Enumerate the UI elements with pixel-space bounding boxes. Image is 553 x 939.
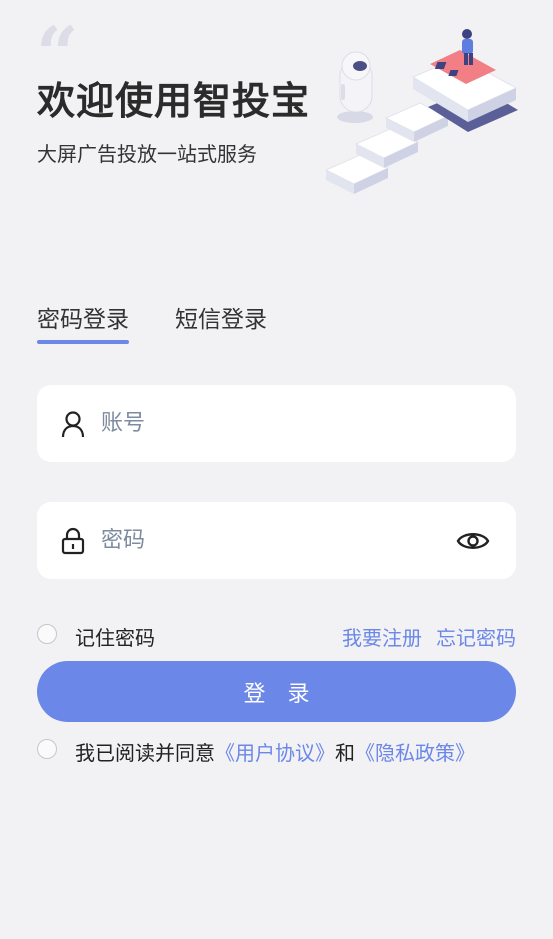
agreement-prefix: 我已阅读并同意: [75, 741, 215, 765]
password-input[interactable]: [99, 527, 456, 554]
lock-icon: [60, 526, 86, 556]
register-link[interactable]: 我要注册: [342, 622, 422, 651]
agreement-and: 和: [335, 741, 355, 765]
page-title: 欢迎使用智投宝: [37, 79, 311, 123]
forgot-password-link[interactable]: 忘记密码: [436, 622, 516, 651]
remember-label: 记住密码: [75, 626, 155, 650]
login-tabs: 密码登录 短信登录: [37, 300, 267, 344]
eye-icon[interactable]: [456, 529, 490, 553]
login-options: 记住密码 我要注册 忘记密码: [37, 620, 516, 650]
agreement-text: 我已阅读并同意《用户协议》和《隐私政策》: [75, 737, 475, 766]
privacy-policy-link[interactable]: 《隐私政策》: [355, 741, 475, 765]
remember-checkbox[interactable]: [37, 624, 57, 644]
tab-password-login[interactable]: 密码登录: [37, 300, 129, 344]
account-field: [37, 385, 516, 462]
account-links: 我要注册 忘记密码: [342, 622, 516, 651]
user-icon: [60, 409, 86, 439]
user-agreement-link[interactable]: 《用户协议》: [215, 741, 335, 765]
agreement-row: 我已阅读并同意《用户协议》和《隐私政策》: [37, 735, 516, 765]
account-input[interactable]: [99, 410, 516, 437]
hero-illustration: [324, 29, 518, 194]
password-field: [37, 502, 516, 579]
page-subtitle: 大屏广告投放一站式服务: [37, 142, 257, 166]
login-button[interactable]: 登录: [37, 661, 516, 722]
tab-sms-login[interactable]: 短信登录: [175, 300, 267, 342]
agreement-checkbox[interactable]: [37, 739, 57, 759]
